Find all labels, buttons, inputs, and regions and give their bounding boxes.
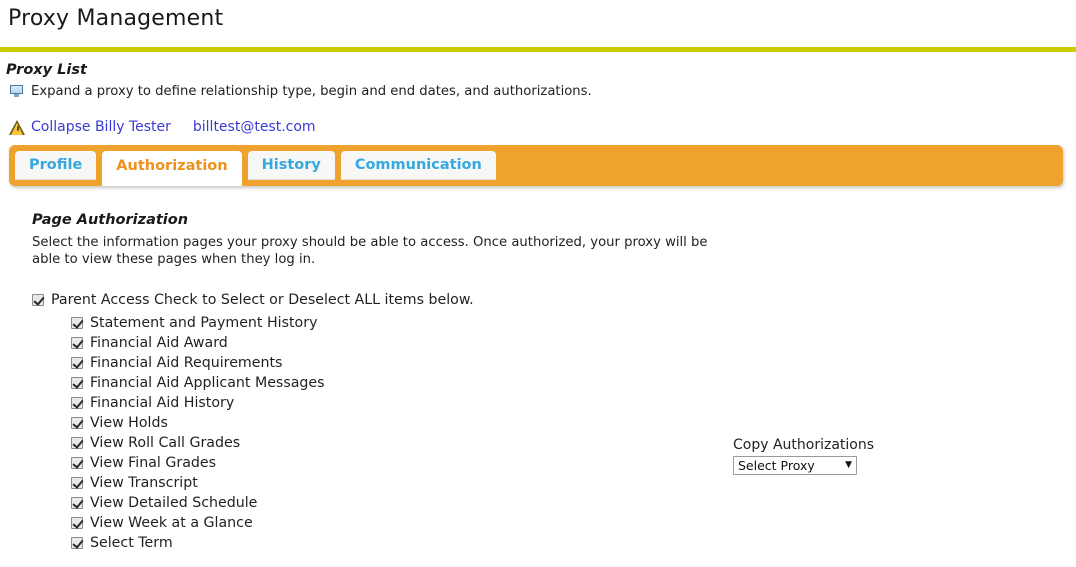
item-checkbox[interactable] [71, 477, 83, 489]
item-label: View Transcript [90, 475, 198, 491]
list-item[interactable]: View Holds [71, 413, 1076, 433]
copy-authorizations-select-value: Select Proxy [738, 458, 815, 473]
item-label: View Detailed Schedule [90, 495, 258, 511]
authorization-panel: Page Authorization Select the informatio… [0, 186, 1076, 553]
proxy-list-hint-text: Expand a proxy to define relationship ty… [31, 84, 592, 99]
copy-authorizations-block: Copy Authorizations Select Proxy ▼ [733, 436, 933, 475]
item-checkbox[interactable] [71, 437, 83, 449]
warning-triangle-icon [9, 119, 26, 135]
item-checkbox[interactable] [71, 397, 83, 409]
item-checkbox[interactable] [71, 317, 83, 329]
item-label: Financial Aid Requirements [90, 355, 283, 371]
tab-authorization[interactable]: Authorization [102, 151, 242, 186]
item-checkbox[interactable] [71, 417, 83, 429]
item-checkbox[interactable] [71, 497, 83, 509]
copy-authorizations-select[interactable]: Select Proxy ▼ [733, 456, 857, 475]
tab-profile[interactable]: Profile [15, 151, 97, 180]
list-item[interactable]: Financial Aid Award [71, 333, 1076, 353]
item-label: Statement and Payment History [90, 315, 318, 331]
page-authorization-heading: Page Authorization [32, 212, 189, 228]
list-item[interactable]: Financial Aid Applicant Messages [71, 373, 1076, 393]
list-item[interactable]: Statement and Payment History [71, 313, 1076, 333]
item-label: View Roll Call Grades [90, 435, 241, 451]
item-label: View Final Grades [90, 455, 217, 471]
list-item[interactable]: View Transcript [71, 473, 1076, 493]
item-label: Financial Aid History [90, 395, 235, 411]
tab-communication[interactable]: Communication [340, 151, 496, 180]
parent-access-label: Parent Access Check to Select or Deselec… [51, 292, 474, 308]
item-checkbox[interactable] [71, 457, 83, 469]
copy-authorizations-label: Copy Authorizations [733, 437, 875, 453]
list-item[interactable]: Financial Aid History [71, 393, 1076, 413]
proxy-entry-row: Collapse Billy Tester billtest@test.com [0, 100, 1076, 138]
parent-access-checkbox[interactable] [32, 294, 44, 306]
item-label: View Week at a Glance [90, 515, 253, 531]
item-checkbox[interactable] [71, 537, 83, 549]
item-label: View Holds [90, 415, 168, 431]
list-item[interactable]: View Detailed Schedule [71, 493, 1076, 513]
proxy-email-link[interactable]: billtest@test.com [193, 118, 316, 136]
list-item[interactable]: Select Term [71, 533, 1076, 553]
screen-callout-icon [10, 85, 25, 98]
item-label: Select Term [90, 535, 173, 551]
proxy-list-heading: Proxy List [6, 62, 87, 78]
item-checkbox[interactable] [71, 357, 83, 369]
tab-bar: Profile Authorization History Communicat… [9, 145, 1063, 186]
page-title: Proxy Management [8, 6, 224, 31]
list-item[interactable]: Financial Aid Requirements [71, 353, 1076, 373]
authorization-items-list: Statement and Payment History Financial … [9, 309, 1076, 553]
item-label: Financial Aid Award [90, 335, 228, 351]
item-label: Financial Aid Applicant Messages [90, 375, 325, 391]
collapse-proxy-link[interactable]: Collapse Billy Tester [31, 118, 171, 136]
page-authorization-description: Select the information pages your proxy … [32, 235, 708, 267]
item-checkbox[interactable] [71, 377, 83, 389]
tab-history[interactable]: History [247, 151, 335, 180]
item-checkbox[interactable] [71, 337, 83, 349]
parent-access-row[interactable]: Parent Access Check to Select or Deselec… [9, 268, 1076, 309]
item-checkbox[interactable] [71, 517, 83, 529]
list-item[interactable]: View Week at a Glance [71, 513, 1076, 533]
proxy-list-hint: Expand a proxy to define relationship ty… [0, 79, 1076, 100]
chevron-down-icon: ▼ [845, 460, 852, 470]
